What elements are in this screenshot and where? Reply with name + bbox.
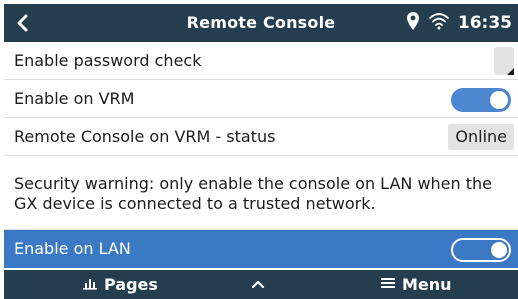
pages-button[interactable]: Pages [82, 270, 158, 299]
password-check-label: Enable password check [14, 51, 202, 70]
menu-label: Menu [402, 275, 452, 294]
title-bar: Remote Console 16:35 [4, 4, 518, 42]
hamburger-icon [380, 275, 396, 294]
location-pin-icon [406, 11, 420, 35]
vrm-toggle[interactable] [451, 88, 511, 112]
up-button[interactable] [250, 270, 266, 299]
vrm-status-label: Remote Console on VRM - status [14, 127, 276, 146]
remote-console-screen: Remote Console 16:35 Enable password che… [0, 0, 518, 299]
security-warning: Security warning: only enable the consol… [4, 156, 518, 230]
lan-toggle[interactable] [451, 238, 511, 262]
wifi-icon [428, 12, 450, 34]
chevron-up-icon [250, 275, 266, 294]
vrm-label: Enable on VRM [14, 89, 135, 108]
vrm-row[interactable]: Enable on VRM [4, 80, 518, 118]
clock: 16:35 [457, 13, 512, 33]
bar-chart-icon [82, 275, 98, 294]
vrm-status-badge: Online [448, 124, 514, 150]
lan-label: Enable on LAN [14, 239, 131, 258]
lan-row[interactable]: Enable on LAN [4, 230, 518, 268]
toggle-knob [491, 242, 507, 258]
menu-button[interactable]: Menu [380, 270, 452, 299]
chevron-left-icon[interactable] [8, 9, 36, 37]
pages-label: Pages [104, 275, 158, 294]
status-area: 16:35 [406, 4, 512, 42]
settings-list: Enable password check Enable on VRM Remo… [4, 42, 518, 268]
password-check-checkbox[interactable] [494, 47, 514, 75]
checkbox-corner-icon [507, 68, 514, 75]
vrm-status-row: Remote Console on VRM - status Online [4, 118, 518, 156]
password-check-row[interactable]: Enable password check [4, 42, 518, 80]
bottom-bar: Pages Menu [4, 270, 518, 299]
toggle-knob [490, 91, 508, 109]
